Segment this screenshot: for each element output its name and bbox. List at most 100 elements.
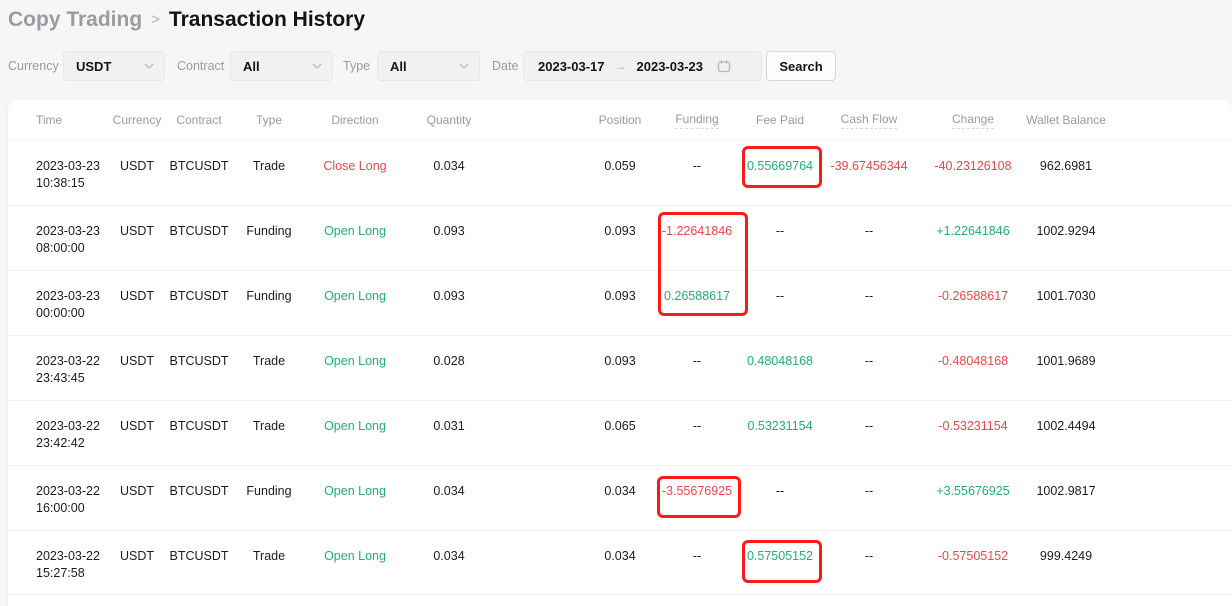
cell-quantity: 0.093 [409, 271, 489, 305]
col-header-fee_paid: Fee Paid [735, 100, 825, 140]
cell-wallet_balance: 1002.9817 [1011, 466, 1121, 500]
table-row: 2023-03-2223:43:45USDTBTCUSDTTradeOpen L… [8, 335, 1232, 400]
currency-filter-label: Currency [8, 59, 59, 73]
cell-quantity: 0.034 [409, 141, 489, 175]
chevron-down-icon [459, 63, 469, 69]
cell-contract: BTCUSDT [161, 466, 237, 500]
cell-direction: Open Long [305, 206, 405, 240]
table-row: 2023-03-2216:00:00USDTBTCUSDTFundingOpen… [8, 465, 1232, 530]
cell-direction: Open Long [305, 336, 405, 370]
cell-cash_flow: -- [824, 206, 914, 240]
tooltip-header[interactable]: Funding [675, 112, 718, 129]
cell-cash_flow: -- [824, 336, 914, 370]
col-header-position: Position [580, 100, 660, 140]
cell-direction: Open Long [305, 401, 405, 435]
cell-fee_paid: 0.55669764 [735, 141, 825, 175]
tooltip-header[interactable]: Cash Flow [841, 112, 898, 129]
col-header-type: Type [231, 100, 307, 140]
cell-fee_paid: -- [735, 206, 825, 240]
cell-time: 2023-03-2223:43:45 [36, 336, 102, 387]
cell-cash_flow: -- [824, 531, 914, 565]
cell-fee_paid: -- [735, 271, 825, 305]
cell-contract: BTCUSDT [161, 336, 237, 370]
chevron-down-icon [312, 63, 322, 69]
cell-wallet_balance: 962.6981 [1011, 141, 1121, 175]
page-title: Transaction History [169, 8, 365, 31]
col-header-contract: Contract [161, 100, 237, 140]
contract-select-value: All [243, 59, 260, 74]
type-select[interactable]: All [377, 51, 480, 81]
filter-bar: Currency USDT Contract All Type All Date… [0, 51, 1232, 81]
cell-contract: BTCUSDT [161, 141, 237, 175]
cell-fee_paid: 0.57505152 [735, 531, 825, 565]
cell-funding: -3.55676925 [652, 466, 742, 500]
cell-type: Trade [231, 401, 307, 435]
currency-select[interactable]: USDT [63, 51, 165, 81]
cell-time: 2023-03-2216:00:00 [36, 466, 102, 517]
tooltip-header[interactable]: Change [952, 112, 994, 129]
cell-direction: Open Long [305, 531, 405, 565]
type-filter-label: Type [343, 59, 370, 73]
cell-contract: BTCUSDT [161, 401, 237, 435]
cell-position: 0.059 [580, 141, 660, 175]
cell-funding: 0.26588617 [652, 271, 742, 305]
transaction-table: TimeCurrencyContractTypeDirectionQuantit… [8, 100, 1232, 606]
col-header-time: Time [36, 100, 102, 140]
cell-type: Trade [231, 531, 307, 565]
table-body: 2023-03-2310:38:15USDTBTCUSDTTradeClose … [8, 140, 1232, 595]
cell-time: 2023-03-2308:00:00 [36, 206, 102, 257]
date-end-value[interactable]: 2023-03-23 [637, 59, 704, 74]
cell-funding: -1.22641846 [652, 206, 742, 240]
cell-fee_paid: 0.53231154 [735, 401, 825, 435]
breadcrumb-separator-icon: > [151, 11, 160, 28]
cell-contract: BTCUSDT [161, 206, 237, 240]
cell-wallet_balance: 1002.9294 [1011, 206, 1121, 240]
currency-select-value: USDT [76, 59, 111, 74]
cell-cash_flow: -- [824, 271, 914, 305]
cell-wallet_balance: 1001.7030 [1011, 271, 1121, 305]
cell-time: 2023-03-2215:27:58 [36, 531, 102, 582]
cell-wallet_balance: 999.4249 [1011, 531, 1121, 565]
cell-quantity: 0.034 [409, 531, 489, 565]
cell-funding: -- [652, 531, 742, 565]
table-row: 2023-03-2223:42:42USDTBTCUSDTTradeOpen L… [8, 400, 1232, 465]
cell-position: 0.093 [580, 336, 660, 370]
cell-position: 0.093 [580, 271, 660, 305]
cell-wallet_balance: 1002.4494 [1011, 401, 1121, 435]
cell-funding: -- [652, 141, 742, 175]
cell-contract: BTCUSDT [161, 271, 237, 305]
breadcrumb: Copy Trading > Transaction History [8, 8, 365, 32]
col-header-funding: Funding [652, 100, 742, 140]
cell-position: 0.034 [580, 466, 660, 500]
date-filter-label: Date [492, 59, 518, 73]
date-start-value[interactable]: 2023-03-17 [538, 59, 605, 74]
search-button[interactable]: Search [766, 51, 836, 81]
chevron-down-icon [144, 63, 154, 69]
cell-time: 2023-03-2223:42:42 [36, 401, 102, 452]
col-header-quantity: Quantity [409, 100, 489, 140]
cell-quantity: 0.034 [409, 466, 489, 500]
table-row: 2023-03-2300:00:00USDTBTCUSDTFundingOpen… [8, 270, 1232, 335]
cell-quantity: 0.093 [409, 206, 489, 240]
table-row: 2023-03-2310:38:15USDTBTCUSDTTradeClose … [8, 140, 1232, 205]
cell-type: Funding [231, 271, 307, 305]
date-range-picker[interactable]: 2023-03-17 → 2023-03-23 [523, 51, 762, 81]
contract-select[interactable]: All [230, 51, 333, 81]
cell-position: 0.065 [580, 401, 660, 435]
cell-quantity: 0.031 [409, 401, 489, 435]
cell-quantity: 0.028 [409, 336, 489, 370]
cell-direction: Close Long [305, 141, 405, 175]
cell-cash_flow: -- [824, 466, 914, 500]
cell-direction: Open Long [305, 466, 405, 500]
cell-cash_flow: -39.67456344 [824, 141, 914, 175]
cell-cash_flow: -- [824, 401, 914, 435]
cell-funding: -- [652, 401, 742, 435]
cell-position: 0.034 [580, 531, 660, 565]
breadcrumb-parent[interactable]: Copy Trading [8, 8, 142, 31]
table-row: 2023-03-2308:00:00USDTBTCUSDTFundingOpen… [8, 205, 1232, 270]
cell-time: 2023-03-2300:00:00 [36, 271, 102, 322]
calendar-icon[interactable] [717, 59, 731, 73]
cell-type: Funding [231, 466, 307, 500]
cell-contract: BTCUSDT [161, 531, 237, 565]
col-header-cash_flow: Cash Flow [824, 100, 914, 140]
